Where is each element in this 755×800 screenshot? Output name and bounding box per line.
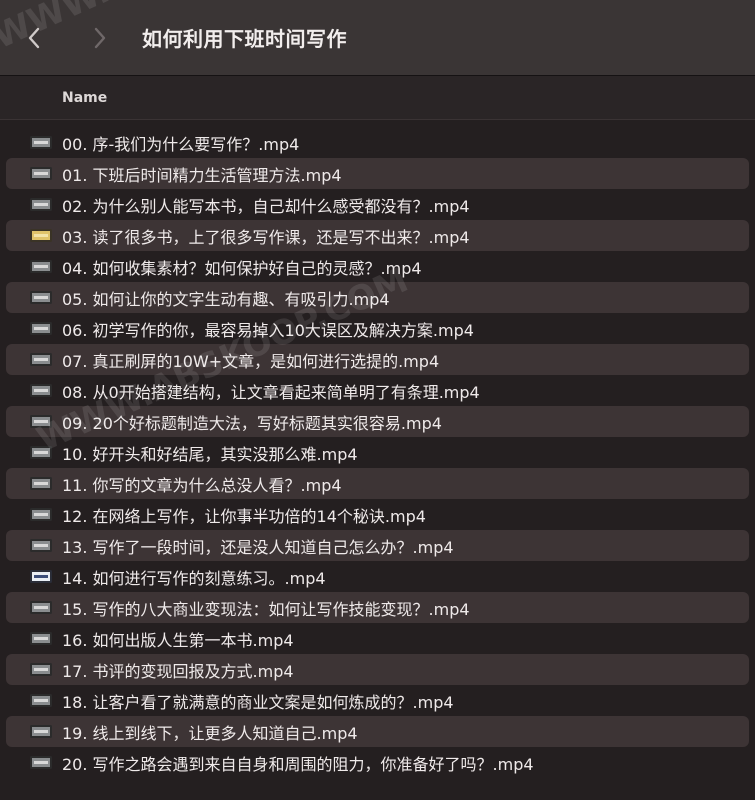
file-row[interactable]: 20. 写作之路会遇到来自自身和周围的阻力，你准备好了吗？.mp4 [6, 747, 749, 778]
file-name: 01. 下班后时间精力生活管理方法.mp4 [62, 165, 342, 185]
file-row[interactable]: 03. 读了很多书，上了很多写作课，还是写不出来？.mp4 [6, 220, 749, 251]
file-row[interactable]: 17. 书评的变现回报及方式.mp4 [6, 654, 749, 685]
video-thumbnail-icon [30, 632, 52, 645]
file-row[interactable]: 00. 序-我们为什么要写作？.mp4 [6, 127, 749, 158]
file-row[interactable]: 15. 写作的八大商业变现法：如何让写作技能变现？.mp4 [6, 592, 749, 623]
file-row[interactable]: 12. 在网络上写作，让你事半功倍的14个秘诀.mp4 [6, 499, 749, 530]
chevron-right-icon [94, 27, 106, 48]
file-row[interactable]: 05. 如何让你的文字生动有趣、有吸引力.mp4 [6, 282, 749, 313]
video-thumbnail-icon [30, 725, 52, 738]
file-row[interactable]: 16. 如何出版人生第一本书.mp4 [6, 623, 749, 654]
file-name: 02. 为什么别人能写本书，自己却什么感受都没有？.mp4 [62, 196, 470, 216]
file-name: 18. 让客户看了就满意的商业文案是如何炼成的？.mp4 [62, 692, 454, 712]
file-row[interactable]: 01. 下班后时间精力生活管理方法.mp4 [6, 158, 749, 189]
file-name: 04. 如何收集素材？如何保护好自己的灵感？.mp4 [62, 258, 422, 278]
video-thumbnail-icon [30, 353, 52, 366]
file-name: 17. 书评的变现回报及方式.mp4 [62, 661, 294, 681]
file-name: 05. 如何让你的文字生动有趣、有吸引力.mp4 [62, 289, 390, 309]
video-thumbnail-icon [30, 756, 52, 769]
file-row[interactable]: 07. 真正刷屏的10W+文章，是如何进行选提的.mp4 [6, 344, 749, 375]
file-name: 11. 你写的文章为什么总没人看？.mp4 [62, 475, 342, 495]
file-name: 00. 序-我们为什么要写作？.mp4 [62, 134, 300, 154]
file-row[interactable]: 13. 写作了一段时间，还是没人知道自己怎么办？.mp4 [6, 530, 749, 561]
file-row[interactable]: 06. 初学写作的你，最容易掉入10大误区及解决方案.mp4 [6, 313, 749, 344]
file-row[interactable]: 09. 20个好标题制造大法，写好标题其实很容易.mp4 [6, 406, 749, 437]
chevron-left-icon [28, 27, 40, 48]
toolbar: 如何利用下班时间写作 [0, 0, 755, 76]
file-row[interactable]: 18. 让客户看了就满意的商业文案是如何炼成的？.mp4 [6, 685, 749, 716]
file-row[interactable]: 02. 为什么别人能写本书，自己却什么感受都没有？.mp4 [6, 189, 749, 220]
file-name: 06. 初学写作的你，最容易掉入10大误区及解决方案.mp4 [62, 320, 474, 340]
file-name: 10. 好开头和好结尾，其实没那么难.mp4 [62, 444, 358, 464]
file-name: 09. 20个好标题制造大法，写好标题其实很容易.mp4 [62, 413, 442, 433]
file-name: 07. 真正刷屏的10W+文章，是如何进行选提的.mp4 [62, 351, 440, 371]
video-thumbnail-icon [30, 136, 52, 149]
video-thumbnail-icon [30, 229, 52, 242]
back-button[interactable] [14, 18, 54, 58]
file-row[interactable]: 19. 线上到线下，让更多人知道自己.mp4 [6, 716, 749, 747]
file-row[interactable]: 08. 从0开始搭建结构，让文章看起来简单明了有条理.mp4 [6, 375, 749, 406]
file-name: 20. 写作之路会遇到来自自身和周围的阻力，你准备好了吗？.mp4 [62, 754, 534, 774]
finder-window: 如何利用下班时间写作 Name 00. 序-我们为什么要写作？.mp4 01. 下… [0, 0, 755, 800]
video-thumbnail-icon [30, 291, 52, 304]
file-name: 08. 从0开始搭建结构，让文章看起来简单明了有条理.mp4 [62, 382, 480, 402]
video-thumbnail-icon [30, 663, 52, 676]
file-row[interactable]: 14. 如何进行写作的刻意练习。.mp4 [6, 561, 749, 592]
file-name: 15. 写作的八大商业变现法：如何让写作技能变现？.mp4 [62, 599, 470, 619]
forward-button[interactable] [80, 18, 120, 58]
video-thumbnail-icon [30, 322, 52, 335]
video-thumbnail-icon [30, 694, 52, 707]
video-thumbnail-icon [30, 508, 52, 521]
file-row[interactable]: 10. 好开头和好结尾，其实没那么难.mp4 [6, 437, 749, 468]
file-name: 14. 如何进行写作的刻意练习。.mp4 [62, 568, 326, 588]
file-name: 13. 写作了一段时间，还是没人知道自己怎么办？.mp4 [62, 537, 454, 557]
video-thumbnail-icon [30, 260, 52, 273]
video-thumbnail-icon [30, 477, 52, 490]
video-thumbnail-icon [30, 198, 52, 211]
video-thumbnail-icon [30, 570, 52, 583]
video-thumbnail-icon [30, 415, 52, 428]
file-name: 03. 读了很多书，上了很多写作课，还是写不出来？.mp4 [62, 227, 470, 247]
video-thumbnail-icon [30, 167, 52, 180]
file-row[interactable]: 04. 如何收集素材？如何保护好自己的灵感？.mp4 [6, 251, 749, 282]
video-thumbnail-icon [30, 446, 52, 459]
file-name: 19. 线上到线下，让更多人知道自己.mp4 [62, 723, 358, 743]
window-title: 如何利用下班时间写作 [142, 27, 347, 51]
file-name: 16. 如何出版人生第一本书.mp4 [62, 630, 294, 650]
video-thumbnail-icon [30, 601, 52, 614]
file-name: 12. 在网络上写作，让你事半功倍的14个秘诀.mp4 [62, 506, 426, 526]
file-row[interactable]: 11. 你写的文章为什么总没人看？.mp4 [6, 468, 749, 499]
file-list: 00. 序-我们为什么要写作？.mp4 01. 下班后时间精力生活管理方法.mp4… [0, 127, 755, 778]
video-thumbnail-icon [30, 384, 52, 397]
column-header-name[interactable]: Name [62, 90, 107, 106]
video-thumbnail-icon [30, 539, 52, 552]
column-header-row: Name [0, 76, 755, 120]
